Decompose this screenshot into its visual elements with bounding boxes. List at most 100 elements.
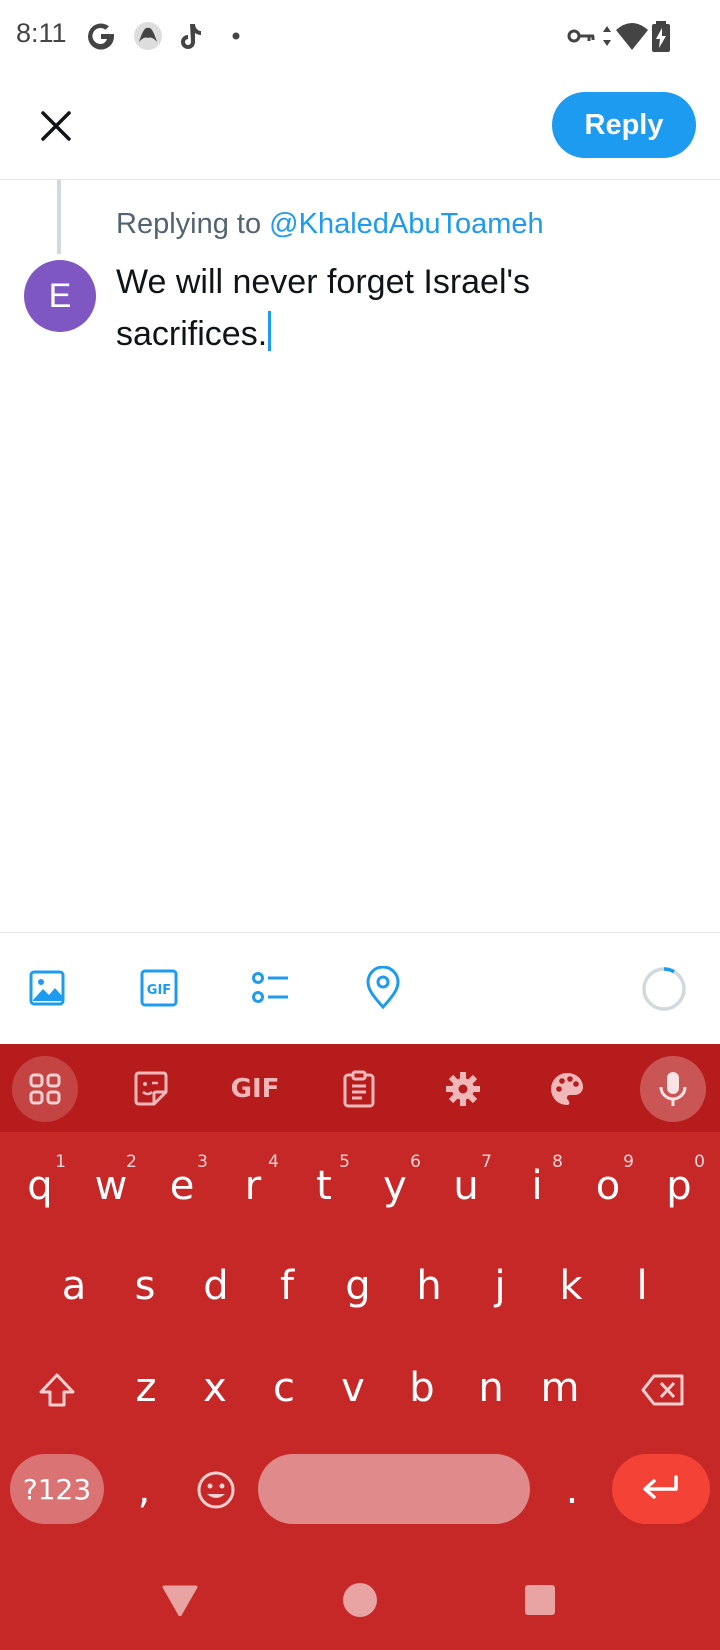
key-label: h (416, 1263, 442, 1309)
key-label: w (94, 1163, 128, 1209)
key-label: t (316, 1163, 332, 1209)
key-v[interactable]: v (323, 1348, 383, 1428)
key-label: k (559, 1263, 583, 1309)
key-w[interactable]: w2 (81, 1146, 141, 1226)
settings-gear-icon (446, 1072, 480, 1106)
key-label: q (27, 1163, 53, 1209)
key-p[interactable]: p0 (649, 1146, 709, 1226)
add-poll-button[interactable] (246, 963, 296, 1013)
key-e[interactable]: e3 (152, 1146, 212, 1226)
compose-header: Reply (0, 74, 720, 180)
avatar: E (24, 260, 96, 332)
key-a[interactable]: a (44, 1246, 104, 1326)
back-triangle-icon (162, 1585, 198, 1616)
shift-icon (39, 1373, 75, 1407)
vpn-key-icon (566, 18, 596, 54)
replying-to-prefix: Replying to (116, 208, 270, 240)
key-m[interactable]: m (530, 1348, 590, 1428)
palette-icon (551, 1073, 583, 1105)
replying-to-handle[interactable]: @KhaledAbuToameh (269, 208, 544, 240)
key-h[interactable]: h (399, 1246, 459, 1326)
key-q[interactable]: q1 (10, 1146, 70, 1226)
symbols-key[interactable]: ?123 (10, 1454, 104, 1524)
image-icon (29, 970, 65, 1006)
apps-grid-button[interactable] (12, 1056, 78, 1122)
key-label: v (341, 1365, 365, 1411)
space-key[interactable] (258, 1454, 530, 1524)
nav-home-button[interactable] (340, 1580, 380, 1620)
keyboard-gif-label: GIF (230, 1074, 280, 1104)
battery-charging-icon (650, 18, 672, 54)
enter-icon (643, 1475, 678, 1499)
period-key[interactable]: . (542, 1450, 602, 1530)
key-label: j (494, 1263, 506, 1309)
key-l[interactable]: l (612, 1246, 672, 1326)
nav-recents-button[interactable] (520, 1580, 560, 1620)
close-icon (41, 111, 71, 141)
reply-button[interactable]: Reply (552, 92, 696, 158)
thread-line (57, 180, 61, 254)
key-hint: 3 (197, 1152, 208, 1172)
keyboard-settings-button[interactable] (430, 1056, 496, 1122)
key-r[interactable]: r4 (223, 1146, 283, 1226)
notification-dot-icon (228, 18, 244, 54)
voice-input-button[interactable] (640, 1056, 706, 1122)
key-s[interactable]: s (115, 1246, 175, 1326)
key-d[interactable]: d (186, 1246, 246, 1326)
key-n[interactable]: n (461, 1348, 521, 1428)
tiktok-icon (176, 18, 206, 54)
key-hint: 9 (623, 1152, 634, 1172)
poll-icon (252, 972, 288, 1003)
clipboard-button[interactable] (326, 1056, 392, 1122)
key-b[interactable]: b (392, 1348, 452, 1428)
key-f[interactable]: f (257, 1246, 317, 1326)
close-button[interactable] (30, 100, 82, 152)
nav-back-button[interactable] (160, 1580, 200, 1620)
microphone-icon (659, 1072, 687, 1106)
key-label: m (540, 1365, 580, 1411)
shift-key[interactable] (22, 1350, 92, 1430)
sticker-button[interactable] (118, 1056, 184, 1122)
key-o[interactable]: o9 (578, 1146, 638, 1226)
key-hint: 4 (268, 1152, 279, 1172)
key-z[interactable]: z (116, 1348, 176, 1428)
key-hint: 6 (410, 1152, 421, 1172)
key-c[interactable]: c (254, 1348, 314, 1428)
backspace-key[interactable] (628, 1350, 698, 1430)
key-t[interactable]: t5 (294, 1146, 354, 1226)
comma-key[interactable]: , (114, 1450, 174, 1530)
compose-toolbar: GIF (0, 932, 720, 1044)
add-location-button[interactable] (358, 963, 408, 1013)
replying-to-label: Replying to @KhaledAbuToameh (116, 208, 544, 241)
gif-icon-label: GIF (147, 983, 171, 998)
sticker-icon (134, 1071, 168, 1106)
status-bar: 8:11 (0, 0, 720, 74)
key-hint: 5 (339, 1152, 350, 1172)
add-gif-button[interactable]: GIF (134, 963, 184, 1013)
key-label: b (409, 1365, 435, 1411)
key-i[interactable]: i8 (507, 1146, 567, 1226)
apps-grid-icon (29, 1073, 61, 1105)
key-label: f (279, 1263, 295, 1309)
key-y[interactable]: y6 (365, 1146, 425, 1226)
wifi-icon (614, 18, 650, 54)
status-time: 8:11 (16, 18, 67, 48)
compose-text-input[interactable]: We will never forget Israel's sacrifices… (116, 256, 676, 360)
theme-palette-button[interactable] (534, 1056, 600, 1122)
add-image-button[interactable] (22, 963, 72, 1013)
key-g[interactable]: g (328, 1246, 388, 1326)
key-x[interactable]: x (185, 1348, 245, 1428)
key-k[interactable]: k (541, 1246, 601, 1326)
key-u[interactable]: u7 (436, 1146, 496, 1226)
backspace-icon (641, 1374, 684, 1406)
key-label: e (169, 1163, 195, 1209)
google-g-icon (86, 18, 116, 54)
key-label: c (273, 1365, 295, 1411)
key-j[interactable]: j (470, 1246, 530, 1326)
key-label: u (453, 1163, 479, 1209)
keyboard-gif-button[interactable]: GIF (222, 1056, 288, 1122)
enter-key[interactable] (612, 1454, 710, 1524)
emoji-key[interactable] (186, 1450, 246, 1530)
key-label: z (135, 1365, 157, 1411)
key-label: l (636, 1263, 648, 1309)
